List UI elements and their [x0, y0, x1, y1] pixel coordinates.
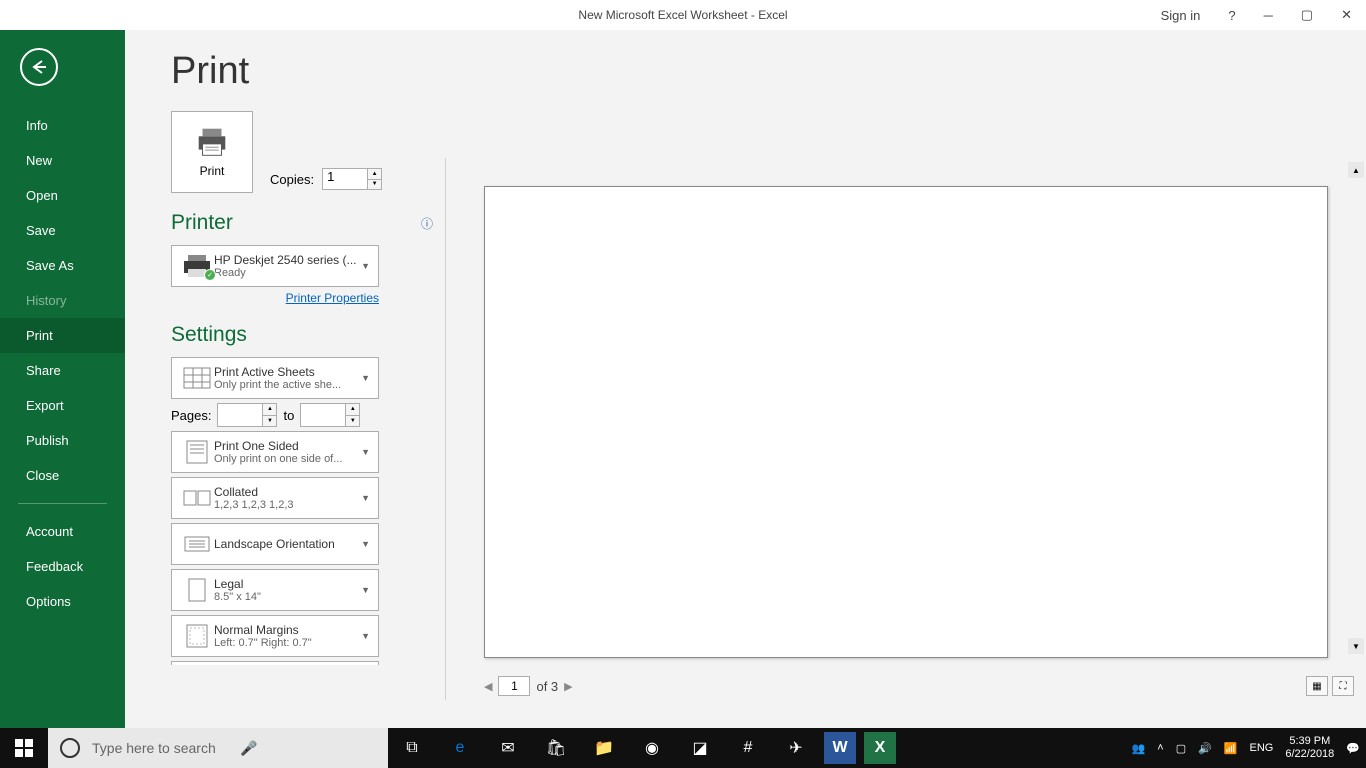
sidebar-item-export[interactable]: Export	[0, 388, 125, 423]
landscape-icon	[183, 533, 211, 555]
show-margins-button[interactable]: ▦	[1306, 676, 1328, 696]
taskbar-search[interactable]: Type here to search 🎤	[48, 728, 388, 768]
edge-icon[interactable]: e	[436, 728, 484, 768]
task-view-button[interactable]: ⧉	[388, 728, 436, 768]
sidebar-item-feedback[interactable]: Feedback	[0, 549, 125, 584]
scroll-down-button[interactable]: ▼	[1348, 638, 1364, 654]
sidebar-item-info[interactable]: Info	[0, 108, 125, 143]
back-button[interactable]	[20, 48, 58, 86]
people-icon[interactable]: 👥	[1126, 728, 1152, 768]
preview-page	[484, 186, 1328, 658]
scroll-up-button[interactable]: ▲	[1348, 162, 1364, 178]
page-icon	[185, 439, 209, 465]
chevron-down-icon: ▼	[361, 493, 370, 503]
app-icon[interactable]: ◪	[676, 728, 724, 768]
status-ready-icon: ✓	[204, 269, 216, 281]
chevron-down-icon: ▼	[361, 585, 370, 595]
language-indicator[interactable]: ENG	[1244, 728, 1280, 768]
copies-row: Copies: 1 ▲ ▼	[270, 168, 382, 190]
chevron-down-icon: ▼	[361, 261, 370, 271]
margins-dropdown[interactable]: Normal Margins Left: 0.7" Right: 0.7" ▼	[171, 615, 379, 657]
settings-heading: Settings	[171, 323, 247, 347]
sidebar-menu: Info New Open Save Save As History Print…	[0, 108, 125, 619]
telegram-icon[interactable]: ✈	[772, 728, 820, 768]
sidebar-item-publish[interactable]: Publish	[0, 423, 125, 458]
mail-icon[interactable]: ✉	[484, 728, 532, 768]
pages-range-row: Pages: ▲▼ to ▲▼	[171, 403, 379, 427]
pages-to-input[interactable]: ▲▼	[300, 403, 360, 427]
help-button[interactable]: ?	[1214, 0, 1249, 30]
sign-in-link[interactable]: Sign in	[1147, 0, 1215, 30]
action-center-icon[interactable]: 💬	[1340, 728, 1366, 768]
slack-icon[interactable]: #	[724, 728, 772, 768]
sidebar-item-account[interactable]: Account	[0, 514, 125, 549]
sidebar-item-close[interactable]: Close	[0, 458, 125, 493]
printer-dropdown[interactable]: ✓ HP Deskjet 2540 series (... Ready ▼	[171, 245, 379, 287]
file-explorer-icon[interactable]: 📁	[580, 728, 628, 768]
copies-down[interactable]: ▼	[367, 180, 381, 190]
sidebar-item-save[interactable]: Save	[0, 213, 125, 248]
printer-properties-link[interactable]: Printer Properties	[171, 291, 379, 305]
scaling-dropdown[interactable]: 100 No Scaling Print sheets at their act…	[171, 661, 379, 665]
print-settings-panel: Print Print Copies: 1 ▲ ▼ Printer	[125, 30, 445, 728]
sidebar-item-options[interactable]: Options	[0, 584, 125, 619]
paper-size-dropdown[interactable]: Legal 8.5" x 14" ▼	[171, 569, 379, 611]
copies-up[interactable]: ▲	[367, 169, 381, 180]
excel-icon[interactable]: X	[864, 732, 896, 764]
sidebar-item-saveas[interactable]: Save As	[0, 248, 125, 283]
arrow-left-icon	[29, 57, 49, 77]
microphone-icon[interactable]: 🎤	[240, 740, 376, 757]
store-icon[interactable]: 🛍	[532, 728, 580, 768]
chevron-down-icon: ▼	[361, 373, 370, 383]
sidebar-item-history: History	[0, 283, 125, 318]
windows-icon	[15, 739, 33, 757]
preview-page-nav: ◀ of 3 ▶	[484, 676, 573, 696]
margins-icon	[185, 623, 209, 649]
orientation-dropdown[interactable]: Landscape Orientation ▼	[171, 523, 379, 565]
sides-dropdown[interactable]: Print One Sided Only print on one side o…	[171, 431, 379, 473]
close-button[interactable]: ✕	[1327, 0, 1366, 30]
chevron-down-icon: ▼	[361, 539, 370, 549]
current-page-input[interactable]	[498, 676, 530, 696]
windows-taskbar: Type here to search 🎤 ⧉ e ✉ 🛍 📁 ◉ ◪ # ✈ …	[0, 728, 1366, 768]
start-button[interactable]	[0, 728, 48, 768]
cortana-icon	[60, 738, 80, 758]
prev-page-button[interactable]: ◀	[484, 680, 492, 693]
printer-heading: Printer	[171, 211, 233, 235]
sidebar-item-share[interactable]: Share	[0, 353, 125, 388]
print-scope-dropdown[interactable]: Print Active Sheets Only print the activ…	[171, 357, 379, 399]
word-icon[interactable]: W	[824, 732, 856, 764]
print-button[interactable]: Print	[171, 111, 253, 193]
minimize-button[interactable]: ─	[1250, 0, 1287, 30]
tray-overflow-icon[interactable]: ˄	[1151, 728, 1169, 768]
battery-icon[interactable]: ▢	[1170, 728, 1192, 768]
collate-dropdown[interactable]: Collated 1,2,3 1,2,3 1,2,3 ▼	[171, 477, 379, 519]
window-title: New Microsoft Excel Worksheet - Excel	[578, 8, 787, 22]
page-title: Print	[171, 50, 445, 93]
copies-label: Copies:	[270, 172, 314, 187]
maximize-button[interactable]: ▢	[1287, 0, 1327, 30]
sidebar-divider	[18, 503, 107, 504]
next-page-button[interactable]: ▶	[564, 680, 572, 693]
sidebar-item-open[interactable]: Open	[0, 178, 125, 213]
wifi-icon[interactable]: 📶	[1218, 728, 1244, 768]
sidebar-item-print[interactable]: Print	[0, 318, 125, 353]
title-bar: New Microsoft Excel Worksheet - Excel Si…	[0, 0, 1366, 30]
printer-icon	[193, 126, 231, 158]
sheets-icon	[183, 367, 211, 389]
paper-icon	[187, 577, 207, 603]
copies-input[interactable]: 1 ▲ ▼	[322, 168, 382, 190]
print-preview-area: ▲ ▼ ◀ of 3 ▶ ▦ ⛶	[445, 158, 1366, 700]
clock[interactable]: 5:39 PM 6/22/2018	[1279, 728, 1340, 768]
printer-info-icon[interactable]: ⓘ	[421, 215, 433, 232]
zoom-to-page-button[interactable]: ⛶	[1332, 676, 1354, 696]
backstage-sidebar: Info New Open Save Save As History Print…	[0, 30, 125, 728]
volume-icon[interactable]: 🔊	[1192, 728, 1218, 768]
collate-icon	[182, 487, 212, 509]
chevron-down-icon: ▼	[361, 631, 370, 641]
pages-from-input[interactable]: ▲▼	[217, 403, 277, 427]
chevron-down-icon: ▼	[361, 447, 370, 457]
sidebar-item-new[interactable]: New	[0, 143, 125, 178]
chrome-icon[interactable]: ◉	[628, 728, 676, 768]
